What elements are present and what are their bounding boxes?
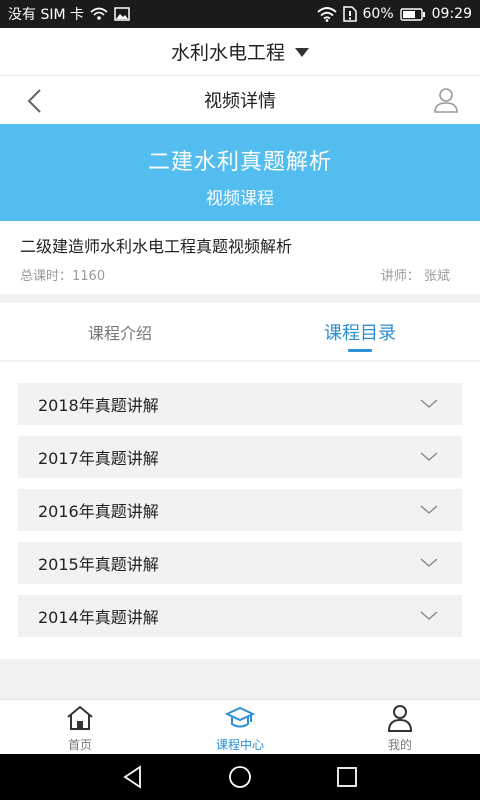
catalog-item-2018[interactable]: 2018年真题讲解: [18, 383, 462, 425]
bottom-tab-label: 首页: [67, 738, 92, 752]
catalog-item-label: 2015年真题讲解: [38, 555, 159, 574]
system-recents-icon[interactable]: [334, 764, 360, 790]
bottom-tab-course-center[interactable]: 课程中心: [160, 700, 320, 754]
course-name: 二级建造师水利水电工程真题视频解析: [20, 237, 293, 256]
teacher-label: 讲师：: [380, 269, 420, 284]
dropdown-triangle-icon: [295, 48, 309, 57]
system-navigation-bar: [0, 754, 480, 800]
wifi-hotspot-icon: [90, 7, 108, 21]
chevron-down-icon: [420, 399, 438, 408]
battery-percent: 60%: [362, 6, 394, 22]
chevron-down-icon: [420, 611, 438, 620]
catalog-item-2014[interactable]: 2014年真题讲解: [18, 595, 462, 637]
course-hours-label: 总课时：: [20, 269, 73, 284]
user-profile-icon[interactable]: [432, 86, 460, 114]
banner-title: 二建水利真题解析: [147, 150, 332, 175]
bottom-tab-label: 课程中心: [215, 738, 264, 752]
chevron-down-icon: [420, 452, 438, 461]
tab-label: 课程目录: [324, 322, 396, 344]
teacher-name: 张斌: [423, 269, 450, 284]
bottom-tab-label: 我的: [387, 738, 412, 752]
back-arrow-icon[interactable]: [22, 88, 48, 114]
active-tab-indicator: [348, 349, 372, 352]
chevron-down-icon: [420, 505, 438, 514]
catalog-item-label: 2016年真题讲解: [38, 502, 159, 521]
system-home-icon[interactable]: [227, 764, 253, 790]
system-back-icon[interactable]: [120, 764, 146, 790]
subject-selector[interactable]: 水利水电工程: [0, 28, 480, 76]
home-icon: [67, 705, 93, 730]
tab-course-intro[interactable]: 课程介绍: [0, 303, 240, 360]
course-hours-value: 1160: [72, 269, 106, 284]
catalog-list: 2018年真题讲解 2017年真题讲解 2016年真题讲解 2015年真题讲解 …: [0, 362, 480, 659]
course-info: 二级建造师水利水电工程真题视频解析 总课时：1160 讲师： 张斌: [0, 221, 480, 294]
person-icon: [387, 705, 413, 732]
catalog-item-2015[interactable]: 2015年真题讲解: [18, 542, 462, 584]
detail-tabs: 课程介绍 课程目录: [0, 303, 480, 361]
navigation-bar: 视频详情: [0, 76, 480, 124]
catalog-item-2016[interactable]: 2016年真题讲解: [18, 489, 462, 531]
course-banner: 二建水利真题解析 视频课程: [0, 124, 480, 221]
status-bar: 没有 SIM 卡 60% 09:29: [0, 0, 480, 28]
catalog-item-label: 2014年真题讲解: [38, 608, 159, 627]
course-hours: 总课时：1160: [20, 265, 105, 284]
sim-status-text: 没有 SIM 卡: [8, 7, 84, 23]
catalog-item-2017[interactable]: 2017年真题讲解: [18, 436, 462, 478]
bottom-tab-home[interactable]: 首页: [0, 700, 160, 754]
bottom-tab-mine[interactable]: 我的: [320, 700, 480, 754]
sim-alert-icon: [342, 6, 357, 22]
wifi-icon: [316, 6, 337, 22]
screen: 没有 SIM 卡 60% 09:29 水利水电工程 视频详情 二建水利真题解析 …: [0, 0, 480, 800]
catalog-item-label: 2018年真题讲解: [38, 396, 159, 415]
tab-label: 课程介绍: [87, 323, 152, 343]
chevron-down-icon: [420, 558, 438, 567]
clock: 09:29: [431, 6, 472, 22]
catalog-item-label: 2017年真题讲解: [38, 449, 159, 468]
image-notification-icon: [114, 7, 130, 21]
graduation-cap-icon: [225, 706, 255, 728]
banner-subtitle: 视频课程: [206, 189, 274, 209]
tab-course-catalog[interactable]: 课程目录: [240, 303, 480, 360]
course-teacher: 讲师： 张斌: [381, 265, 450, 284]
subject-label: 水利水电工程: [170, 42, 285, 64]
page-title: 视频详情: [204, 91, 276, 112]
bottom-tab-bar: 首页 课程中心 我的: [0, 699, 480, 754]
battery-icon: [399, 7, 426, 21]
